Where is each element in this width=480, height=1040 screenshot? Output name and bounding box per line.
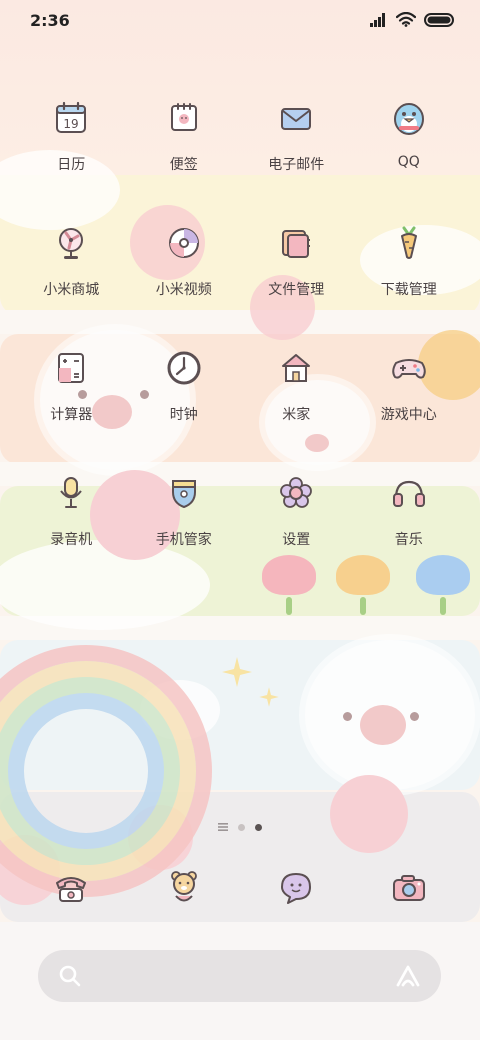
calendar-day: 19 [64,117,79,131]
microphone-icon [45,467,97,519]
app-notes[interactable]: 便签 [128,92,241,217]
app-label: 文件管理 [268,282,325,298]
app-label: 下载管理 [380,282,437,298]
flower-gear-icon [270,467,322,519]
signal-icon [370,12,385,27]
app-grid: 19 日历 便签 电子邮件 QQ 小米商城 小米视频 文件管理 下载管理 计算器… [15,92,465,592]
app-calendar[interactable]: 19 日历 [15,92,128,217]
carrot-icon [383,217,435,269]
camera-icon [383,862,435,914]
dock-app-phone[interactable] [15,862,128,914]
app-label: QQ [397,154,420,170]
app-label: 手机管家 [155,532,212,548]
bear-eye [343,712,352,721]
app-label: 音乐 [394,532,423,548]
app-mi-home[interactable]: 米家 [240,342,353,467]
app-qq[interactable]: QQ [353,92,466,217]
page-dot[interactable] [238,823,245,831]
app-label: 小米商城 [43,282,100,298]
bear-body [330,775,408,853]
app-label: 游戏中心 [380,407,437,423]
contacts-bear-icon [158,862,210,914]
gamepad-icon [383,342,435,394]
app-label: 录音机 [50,532,93,548]
app-email[interactable]: 电子邮件 [240,92,353,217]
notes-icon [158,92,210,144]
app-mi-video[interactable]: 小米视频 [128,217,241,342]
dock [15,862,465,914]
bear-eye [410,712,419,721]
calculator-icon [45,342,97,394]
video-disc-icon [158,217,210,269]
app-music[interactable]: 音乐 [353,467,466,592]
status-time: 2:36 [30,11,70,30]
app-label: 时钟 [169,407,198,423]
status-icons [370,12,454,27]
search-icon[interactable] [58,964,82,988]
app-security[interactable]: 手机管家 [128,467,241,592]
status-bar: 2:36 [0,0,480,40]
app-clock[interactable]: 时钟 [128,342,241,467]
app-settings[interactable]: 设置 [240,467,353,592]
app-mi-store[interactable]: 小米商城 [15,217,128,342]
app-label: 设置 [282,532,311,548]
mail-icon [270,92,322,144]
app-recorder[interactable]: 录音机 [15,467,128,592]
headphones-icon [383,467,435,519]
penguin-icon [383,92,435,144]
app-label: 计算器 [50,407,93,423]
battery-icon [424,12,454,27]
app-calculator[interactable]: 计算器 [15,342,128,467]
app-file-manager[interactable]: 文件管理 [240,217,353,342]
dock-app-contacts[interactable] [128,862,241,914]
page-dot-active[interactable] [255,823,262,831]
voice-assistant-icon[interactable] [395,964,421,988]
shield-icon [158,467,210,519]
app-label: 小米视频 [155,282,212,298]
dock-app-camera[interactable] [353,862,466,914]
wifi-icon [396,12,416,27]
fan-icon [45,217,97,269]
folder-icon [270,217,322,269]
app-label: 日历 [57,157,86,173]
app-download-manager[interactable]: 下载管理 [353,217,466,342]
app-label: 电子邮件 [268,157,325,173]
clock-icon [158,342,210,394]
house-icon [270,342,322,394]
app-label: 米家 [282,407,311,423]
phone-icon [45,862,97,914]
message-icon [270,862,322,914]
star-decoration [222,657,252,687]
flower-stem [360,597,366,615]
search-bar[interactable] [38,950,441,1002]
page-indicator[interactable] [0,823,480,831]
star-decoration [259,687,279,707]
calendar-icon: 19 [45,92,97,144]
page-list-icon [218,823,228,831]
app-game-center[interactable]: 游戏中心 [353,342,466,467]
flower-stem [286,597,292,615]
app-label: 便签 [169,157,198,173]
flower-stem [440,597,446,615]
bear-nose [360,705,406,745]
dock-app-messages[interactable] [240,862,353,914]
